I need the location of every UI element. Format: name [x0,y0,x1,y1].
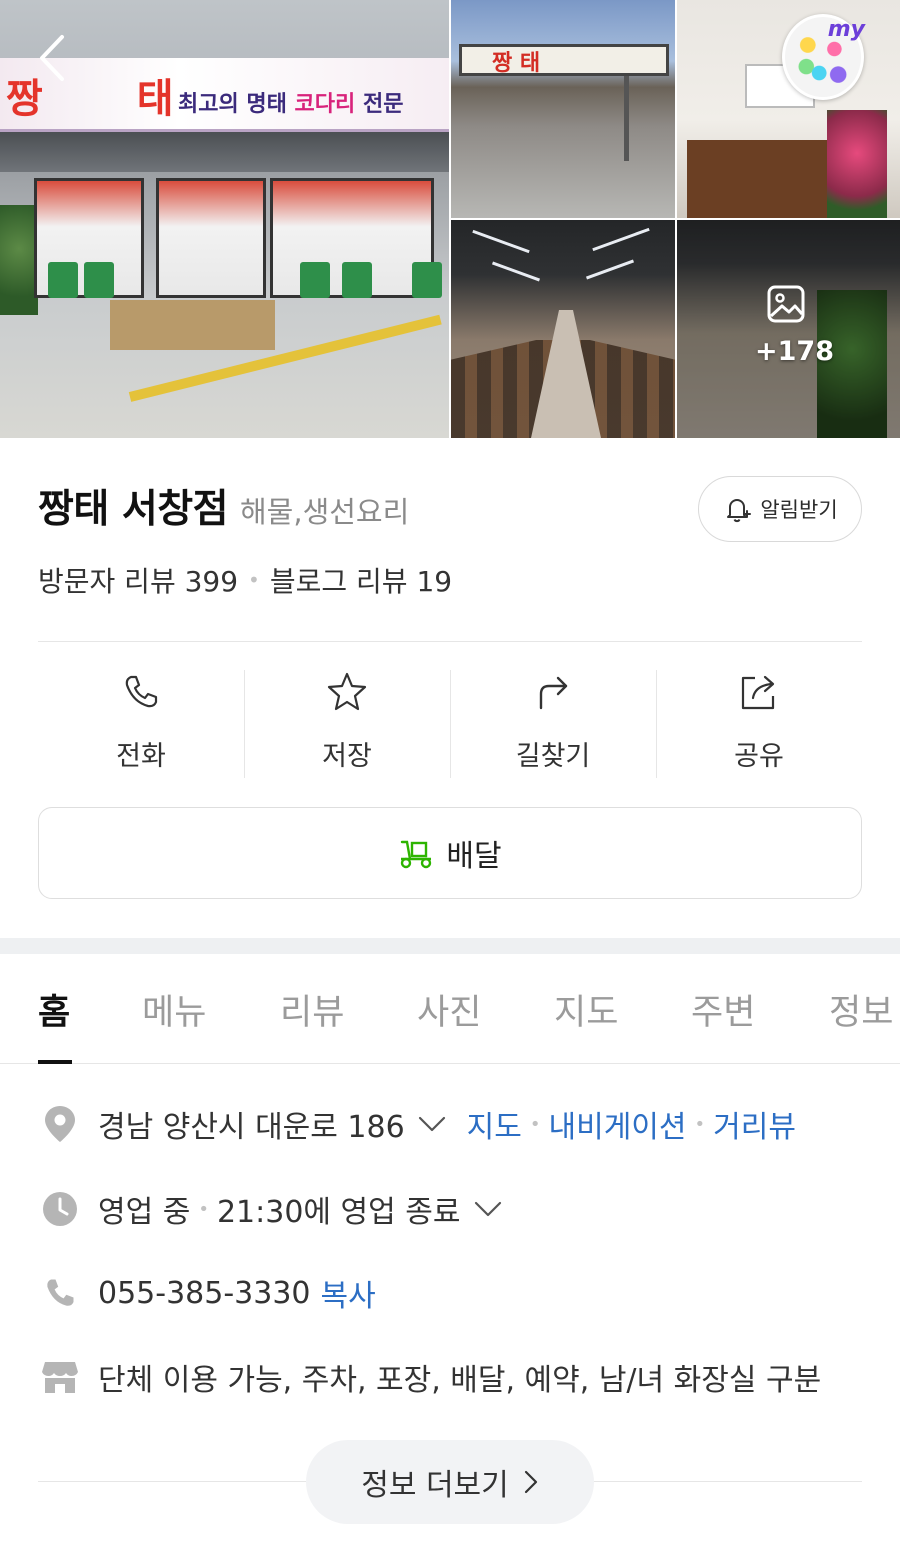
my-profile-badge[interactable]: my [782,14,865,100]
map-link[interactable]: 지도 [467,1102,522,1146]
more-photos-count[interactable]: +178 [755,336,834,367]
separator-dot: • [198,1198,209,1220]
phone-row: 055-385-3330 복사 [38,1271,376,1315]
action-bar: 전화 저장 길찾기 공유 [38,670,862,778]
active-tab-indicator [38,1060,72,1064]
store-icon [38,1355,82,1399]
more-info-button[interactable]: 정보 더보기 [306,1440,594,1524]
place-name: 짱태 서창점 [38,487,228,532]
call-label: 전화 [116,741,166,772]
image-icon [766,284,806,324]
chevron-left-icon [40,35,64,81]
tab-home[interactable]: 홈 [38,984,70,1035]
store-sign-slogan: 최고의 명태 코다리 전문 [178,92,404,117]
photo-exterior-gate[interactable]: 짱 태 [451,0,675,218]
chevron-down-icon[interactable] [417,1115,447,1133]
hours-status: 영업 중 [98,1195,191,1230]
delivery-label: 배달 [446,839,502,874]
back-button[interactable] [30,30,74,86]
address-text: 경남 양산시 대운로 186 [98,1110,405,1145]
phone-number[interactable]: 055-385-3330 [98,1276,311,1311]
place-category: 해물,생선요리 [239,495,410,529]
alarm-button[interactable]: 알림받기 [698,476,862,542]
directions-label: 길찾기 [515,741,591,772]
alarm-button-label: 알림받기 [760,498,838,522]
bell-plus-icon [727,499,752,523]
address-row: 경남 양산시 대운로 186 지도 • 내비게이션 • 거리뷰 [38,1102,796,1146]
chevron-down-icon[interactable] [473,1200,503,1218]
tab-info[interactable]: 정보 [829,984,893,1035]
tab-menu[interactable]: 메뉴 [142,984,206,1035]
chevron-right-icon [524,1470,537,1494]
hours-detail: 21:30에 영업 종료 [216,1195,461,1230]
delivery-scooter-icon [401,840,432,869]
directions-button[interactable]: 길찾기 [450,670,656,778]
separator-dot: • [248,568,260,592]
photo-dining-hall[interactable] [451,220,675,438]
amenities-row: 단체 이용 가능, 주차, 포장, 배달, 예약, 남/녀 화장실 구분 [38,1355,821,1399]
navigation-link[interactable]: 내비게이션 [549,1102,687,1146]
save-label: 저장 [322,741,372,772]
hours-row: 영업 중 • 21:30에 영업 종료 [38,1187,503,1231]
photo-more[interactable] [677,220,900,438]
section-separator [0,938,900,954]
clock-icon [38,1187,82,1231]
phone-icon [119,670,163,714]
tab-nearby[interactable]: 주변 [691,984,755,1035]
tab-bar: 홈 메뉴 리뷰 사진 지도 주변 정보 [0,954,900,1064]
share-icon [737,670,781,714]
share-button[interactable]: 공유 [656,670,862,778]
separator-dot: • [694,1113,706,1135]
photo-gallery: 짱 태 최고의 명태 코다리 전문 짱 태 [0,0,900,438]
tab-photos[interactable]: 사진 [417,984,481,1035]
phone-icon [38,1271,82,1315]
amenities-text: 단체 이용 가능, 주차, 포장, 배달, 예약, 남/녀 화장실 구분 [98,1363,822,1398]
location-pin-icon [38,1102,82,1146]
star-icon [325,670,369,714]
tab-map[interactable]: 지도 [554,984,618,1035]
save-button[interactable]: 저장 [244,670,450,778]
more-info-label: 정보 더보기 [361,1468,509,1503]
directions-icon [531,670,575,714]
gate-sign: 짱 태 [459,44,669,76]
place-header: 짱태 서창점 해물,생선요리 [38,478,409,534]
share-label: 공유 [734,741,784,772]
blog-reviews-link[interactable]: 블로그 리뷰 19 [270,560,452,600]
copy-phone-link[interactable]: 복사 [321,1271,376,1315]
divider [38,641,862,642]
my-badge-label: my [827,17,865,42]
tab-reviews[interactable]: 리뷰 [280,984,344,1035]
separator-dot: • [529,1113,541,1135]
delivery-button[interactable]: 배달 [38,807,862,899]
call-button[interactable]: 전화 [38,670,244,778]
visitor-reviews-link[interactable]: 방문자 리뷰 399 [38,560,238,600]
review-counts: 방문자 리뷰 399 • 블로그 리뷰 19 [38,560,452,600]
street-view-link[interactable]: 거리뷰 [713,1102,796,1146]
